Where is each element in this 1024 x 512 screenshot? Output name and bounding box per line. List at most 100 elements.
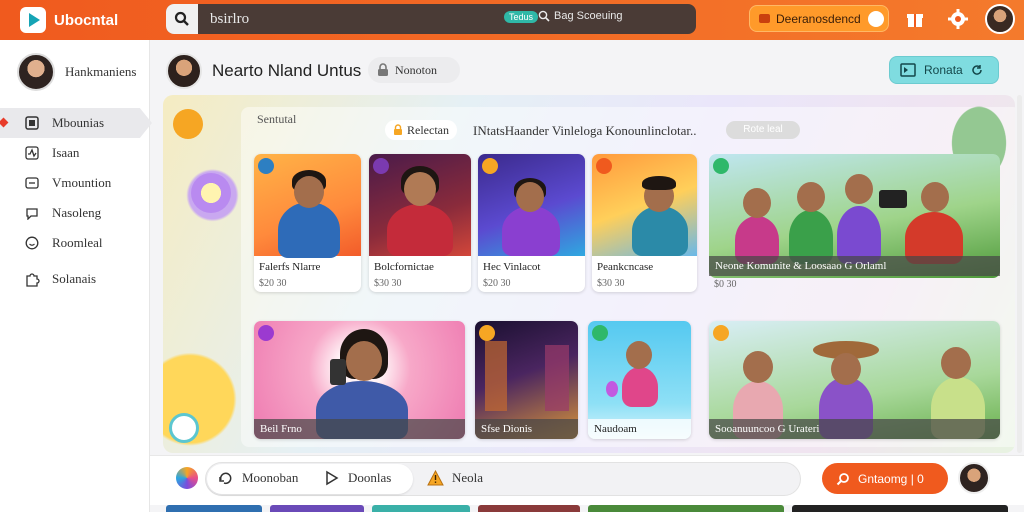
- tab-neola[interactable]: Neola: [427, 470, 483, 486]
- top-cta-label: Deeranosdencd: [776, 11, 861, 26]
- top-cta-button[interactable]: Deeranosdencd: [749, 5, 889, 32]
- tile-title-bar: Sooanuuncoo G Urateri: [709, 419, 1000, 439]
- lock-icon: [378, 63, 388, 76]
- tab-label: Doonlas: [348, 470, 392, 485]
- puzzle-icon: [24, 271, 40, 287]
- category-badge-icon: [596, 158, 612, 174]
- sidebar-item-vmountion[interactable]: Vmountion: [0, 168, 150, 198]
- next-row-thumbnail[interactable]: [478, 505, 580, 512]
- category-badge-icon: [713, 158, 729, 174]
- resume-label: Ronata: [924, 63, 963, 77]
- next-row-thumbnail[interactable]: [372, 505, 470, 512]
- library-icon: [24, 115, 40, 131]
- top-bar: Ubocntal Tedus Bag Scoeuing Deeranosdenc…: [0, 0, 1024, 40]
- resume-button[interactable]: Ronata: [889, 56, 999, 84]
- video-tile[interactable]: Falerfs Nlarre $20 30: [254, 154, 361, 292]
- sidebar-profile[interactable]: Hankmaniens: [17, 53, 136, 91]
- tile-meta: $20 30: [259, 278, 287, 289]
- category-badge-icon: [258, 158, 274, 174]
- tile-meta: $30 30: [597, 278, 625, 289]
- scrollbar[interactable]: [1017, 95, 1022, 453]
- search-input[interactable]: [210, 10, 470, 28]
- filter-pill[interactable]: Relectan: [385, 120, 457, 140]
- channel-header: Nearto Nland Untus: [166, 53, 361, 89]
- rainbow-orb-icon[interactable]: [176, 467, 198, 489]
- search-trending[interactable]: Bag Scoeuing: [538, 10, 623, 22]
- search-icon[interactable]: [166, 4, 198, 34]
- flag-icon: [900, 63, 916, 77]
- featured-video-tile[interactable]: Neone Komunite & Loosaao G Orlaml $0 30: [709, 154, 1000, 292]
- magnifier-icon: [538, 10, 550, 22]
- tile-meta: $0 30: [714, 279, 737, 290]
- screen-icon: [24, 175, 40, 191]
- video-tile[interactable]: Bolcfornictae $30 30: [369, 154, 471, 292]
- search-icon: [836, 472, 849, 485]
- sidebar-item-label: Vmountion: [52, 175, 112, 190]
- video-tile[interactable]: Hec Vinlacot $20 30: [478, 154, 585, 292]
- next-row-thumbnail[interactable]: [270, 505, 364, 512]
- category-badge-icon: [258, 325, 274, 341]
- phone-icon: [330, 359, 346, 385]
- next-row-thumbnail[interactable]: [588, 505, 784, 512]
- play-icon: [326, 470, 339, 486]
- gear-icon[interactable]: [947, 8, 969, 30]
- lock-button[interactable]: Nonoton: [368, 57, 460, 83]
- sidebar-item-label: Roomleal: [52, 235, 103, 250]
- category-badge-icon: [713, 325, 729, 341]
- sidebar-item-label: Nasoleng: [52, 205, 102, 220]
- category-badge-icon: [373, 158, 389, 174]
- search-tag-pill[interactable]: Tedus: [504, 11, 539, 23]
- chat-bubble-icon: [868, 10, 884, 27]
- chat-widget-icon[interactable]: [169, 413, 199, 443]
- sidebar-item-nasoleng[interactable]: Nasoleng: [0, 198, 150, 228]
- canvas-chip[interactable]: Rote leal: [726, 121, 800, 139]
- tile-meta: $30 30: [374, 278, 402, 289]
- tab-moonoban[interactable]: Moonoban: [218, 470, 298, 486]
- app-logo[interactable]: Ubocntal: [20, 7, 118, 33]
- star-orb-icon: [191, 173, 231, 213]
- lock-small-icon: [394, 124, 402, 135]
- lantern-icon: [606, 381, 618, 397]
- video-tile[interactable]: Naudoam: [588, 321, 691, 439]
- next-row-thumbnail[interactable]: [792, 505, 1008, 512]
- sidebar-item-label: Solanais: [52, 271, 97, 286]
- sidebar-item-roomleal[interactable]: Roomleal: [0, 228, 150, 258]
- decorative-palm: [163, 95, 253, 453]
- bottom-cta-label: Gntaomg | 0: [858, 471, 924, 486]
- chat-icon: [24, 205, 40, 221]
- filter-label: Relectan: [407, 122, 449, 137]
- featured-video-tile[interactable]: Sooanuuncoo G Urateri: [709, 321, 1000, 439]
- gift-icon[interactable]: [904, 8, 926, 30]
- orange-badge-icon[interactable]: [173, 109, 203, 139]
- sidebar-item-isaan[interactable]: Isaan: [0, 138, 150, 168]
- tile-meta: $20 30: [483, 278, 511, 289]
- feature-canvas: Sentutal Relectan INtatsHaander Vinlelog…: [163, 95, 1015, 453]
- video-tile[interactable]: Peankcncase $30 30: [592, 154, 697, 292]
- tab-doonlas[interactable]: Doonlas: [324, 470, 391, 486]
- video-tile[interactable]: Beil Frno: [254, 321, 465, 439]
- user-avatar[interactable]: [985, 4, 1015, 34]
- activity-icon: [24, 145, 40, 161]
- tile-title-bar: Beil Frno: [254, 419, 465, 439]
- search-trend-label: Bag Scoeuing: [554, 10, 623, 22]
- app-name: Ubocntal: [54, 11, 119, 29]
- play-logo-icon: [20, 7, 46, 33]
- swap-icon: [219, 472, 232, 485]
- sidebar: Hankmaniens Mbounias Isaan Vmountion Nas…: [0, 40, 152, 512]
- profile-avatar: [17, 53, 55, 91]
- video-tile[interactable]: Sfse Dionis: [475, 321, 578, 439]
- tab-label: Moonoban: [242, 470, 299, 485]
- tab-label: Neola: [452, 470, 484, 485]
- sidebar-item-solanais[interactable]: Solanais: [0, 264, 150, 294]
- bottom-avatar[interactable]: [958, 462, 990, 494]
- tile-title-bar: Sfse Dionis: [475, 419, 578, 439]
- channel-avatar[interactable]: [166, 53, 202, 89]
- bottom-cta-button[interactable]: Gntaomg | 0: [822, 463, 948, 494]
- section-label: Sentutal: [257, 112, 297, 126]
- sidebar-item-mbounias[interactable]: Mbounias: [0, 108, 152, 138]
- next-row-thumbnail[interactable]: [166, 505, 262, 512]
- category-badge-icon: [479, 325, 495, 341]
- channel-title: Nearto Nland Untus: [212, 61, 362, 80]
- category-badge-icon: [592, 325, 608, 341]
- tile-title: Hec Vinlacot: [483, 261, 541, 273]
